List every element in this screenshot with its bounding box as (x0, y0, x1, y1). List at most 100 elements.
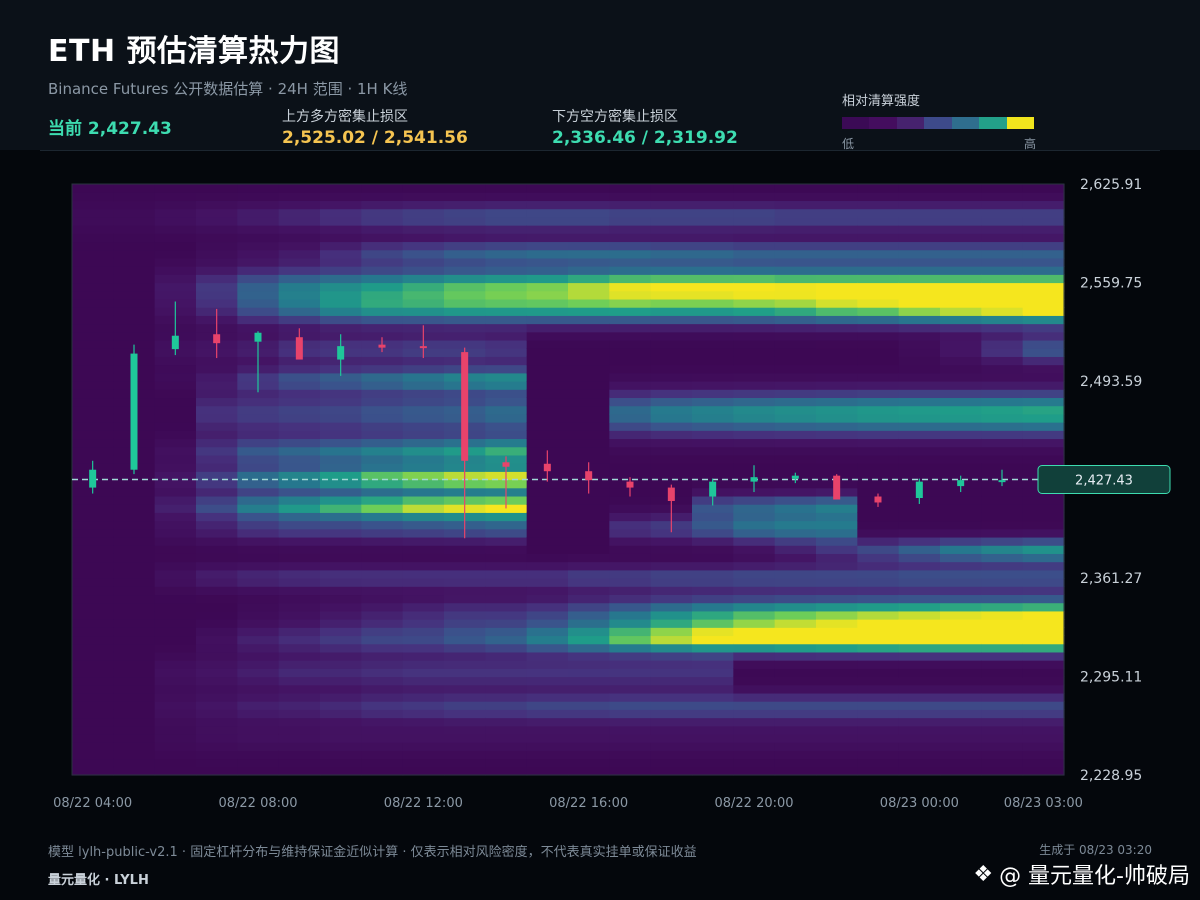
heatmap-cell (650, 364, 693, 374)
heatmap-cell (113, 725, 156, 735)
heatmap-cell (816, 528, 858, 538)
heatmap-cell (361, 274, 404, 284)
heatmap-cell (692, 701, 734, 710)
heatmap-cell (402, 709, 445, 719)
heatmap-cell (485, 717, 528, 727)
heatmap-cell (526, 520, 569, 530)
heatmap-cell (237, 413, 280, 423)
heatmap-cell (444, 594, 486, 604)
heatmap-cell (733, 216, 776, 226)
heatmap-cell (857, 446, 900, 456)
heatmap-cell (981, 438, 1024, 448)
heatmap-cell (940, 216, 982, 226)
heatmap-cell (361, 660, 404, 669)
heatmap-cell (940, 643, 982, 653)
heatmap-cell (402, 684, 445, 694)
heatmap-cell (650, 627, 693, 637)
heatmap-cell (774, 356, 817, 366)
heatmap-cell (650, 668, 693, 678)
heatmap-cell (485, 315, 528, 325)
heatmap-cell (650, 454, 693, 464)
heatmap-cell (278, 422, 321, 431)
heatmap-cell (444, 257, 486, 267)
heatmap-cell (816, 725, 858, 735)
heatmap-cell (774, 257, 817, 267)
heatmap-cell (320, 454, 362, 464)
heatmap-cell (1022, 225, 1065, 234)
heatmap-cell (568, 750, 610, 760)
heatmap-cell (154, 241, 197, 251)
heatmap-cell (361, 545, 404, 554)
heatmap-cell (816, 249, 858, 259)
heatmap-cell (154, 545, 197, 554)
heatmap-cell (278, 454, 321, 464)
heatmap-cell (113, 282, 156, 292)
heatmap-cell (361, 216, 404, 226)
heatmap-cell (237, 610, 280, 620)
heatmap-cell (692, 717, 734, 727)
heatmap-cell (113, 610, 156, 620)
heatmap-cell (485, 758, 528, 768)
heatmap-cell (733, 364, 776, 374)
heatmap-cell (816, 454, 858, 464)
heatmap-cell (692, 651, 734, 661)
heatmap-cell (940, 323, 982, 333)
heatmap-cell (485, 684, 528, 694)
heatmap-cell (733, 241, 776, 251)
heatmap-cell (1022, 381, 1065, 390)
heatmap-cell (113, 323, 156, 333)
heatmap-cell (402, 578, 445, 587)
heatmap-cell (898, 233, 941, 243)
heatmap-cell (940, 586, 982, 596)
heatmap-cell (981, 381, 1024, 390)
heatmap-cell (609, 750, 652, 760)
heatmap-cell (733, 733, 776, 743)
heatmap-cell (72, 643, 114, 653)
heatmap-cell (320, 307, 362, 316)
heatmap-cell (692, 216, 734, 226)
heatmap-cell (609, 463, 652, 472)
heatmap-cell (981, 405, 1024, 415)
heatmap-cell (154, 364, 197, 374)
heatmap-cell (940, 528, 982, 538)
heatmap-cell (940, 561, 982, 571)
heatmap-cell (196, 725, 238, 735)
heatmap-cell (774, 619, 817, 628)
heatmap-cell (361, 725, 404, 735)
heatmap-cell (1022, 553, 1065, 563)
heatmap-cell (154, 766, 197, 776)
heatmap-cell (940, 504, 982, 513)
heatmap-cell (981, 495, 1024, 505)
heatmap-cell (774, 331, 817, 341)
heatmap-cell (568, 323, 610, 333)
heatmap-cell (1022, 750, 1065, 760)
heatmap-cell (650, 471, 693, 481)
heatmap-cell (816, 733, 858, 743)
heatmap-cell (981, 192, 1024, 202)
heatmap-cell (692, 454, 734, 464)
heatmap-cell (444, 619, 486, 628)
heatmap-cell (320, 684, 362, 694)
heatmap-cell (444, 725, 486, 735)
heatmap-cell (320, 192, 362, 202)
heatmap-cell (692, 381, 734, 390)
heatmap-cell (940, 413, 982, 423)
heatmap-cell (444, 323, 486, 333)
heatmap-cell (609, 676, 652, 686)
heatmap-cell (485, 184, 528, 193)
heatmap-cell (526, 512, 569, 522)
candle-body (130, 353, 138, 470)
heatmap-cell (733, 290, 776, 300)
candle-body (543, 463, 551, 472)
y-tick-label: 2,361.27 (1080, 571, 1142, 587)
heatmap-cell (733, 561, 776, 571)
heatmap-cell (774, 266, 817, 275)
heatmap-cell (816, 307, 858, 316)
heatmap-cell (1022, 619, 1065, 628)
heatmap-cell (774, 578, 817, 587)
heatmap-cell (196, 381, 238, 390)
heatmap-cell (444, 290, 486, 300)
heatmap-cell (857, 372, 900, 382)
heatmap-cell (1022, 643, 1065, 653)
heatmap-cell (650, 282, 693, 292)
